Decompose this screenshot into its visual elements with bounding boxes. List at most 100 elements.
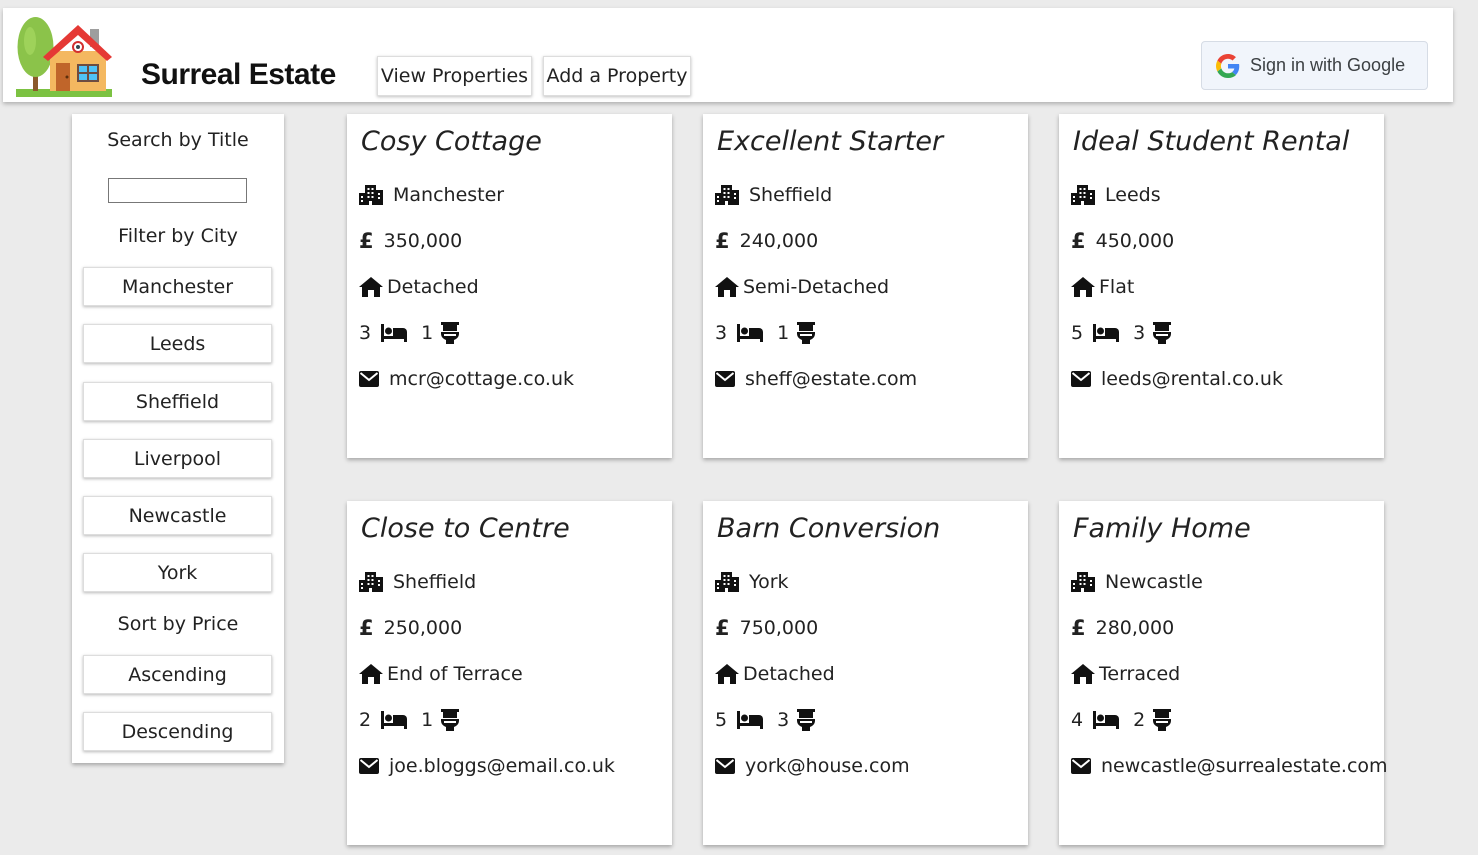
- home-icon: [1071, 277, 1095, 297]
- property-card: Family Home Newcastle £ 280,000 Terraced…: [1059, 501, 1388, 845]
- sort-ascending-button[interactable]: Ascending: [83, 655, 272, 694]
- property-bathrooms: 2: [1133, 709, 1146, 731]
- city-buildings-icon: [1071, 185, 1095, 205]
- property-email-row: york@house.com: [715, 753, 910, 779]
- property-email-row: joe.bloggs@email.co.uk: [359, 753, 615, 779]
- city-buildings-icon: [359, 572, 383, 592]
- property-city: Sheffield: [749, 184, 833, 206]
- home-icon: [359, 277, 383, 297]
- property-type: Flat: [1099, 276, 1135, 298]
- property-type-row: End of Terrace: [359, 661, 523, 687]
- property-type-row: Flat: [1071, 274, 1134, 300]
- property-city-row: Sheffield: [359, 569, 476, 595]
- envelope-icon: [715, 758, 735, 774]
- property-email-row: mcr@cottage.co.uk: [359, 366, 574, 392]
- city-button-manchester[interactable]: Manchester: [83, 267, 272, 306]
- bed-icon: [737, 711, 764, 729]
- property-title: Ideal Student Rental: [1073, 126, 1350, 157]
- toilet-icon: [797, 709, 816, 731]
- city-buildings-icon: [715, 572, 739, 592]
- bed-icon: [1093, 324, 1120, 342]
- sidebar: Search by Title Filter by City Mancheste…: [72, 114, 284, 763]
- toilet-icon: [441, 322, 460, 344]
- property-price-row: £ 280,000: [1071, 615, 1174, 641]
- property-bedrooms: 4: [1071, 709, 1084, 731]
- property-rooms-row: 3 1: [359, 320, 460, 346]
- pound-sign-icon: £: [715, 229, 730, 253]
- property-city-row: Leeds: [1071, 182, 1161, 208]
- property-email[interactable]: sheff@estate.com: [745, 368, 917, 390]
- property-price: 240,000: [739, 230, 819, 252]
- property-city-row: Newcastle: [1071, 569, 1203, 595]
- home-icon: [715, 277, 739, 297]
- property-price-row: £ 240,000: [715, 228, 818, 254]
- envelope-icon: [715, 371, 735, 387]
- property-type: Detached: [387, 276, 479, 298]
- property-city: Leeds: [1105, 184, 1161, 206]
- google-signin-button[interactable]: Sign in with Google: [1201, 41, 1428, 90]
- bed-icon: [1093, 711, 1120, 729]
- property-rooms-row: 4 2: [1071, 707, 1172, 733]
- property-card: Ideal Student Rental Leeds £ 450,000 Fla…: [1059, 114, 1384, 458]
- property-email[interactable]: leeds@rental.co.uk: [1101, 368, 1283, 390]
- navbar: Surreal Estate View Properties Add a Pro…: [3, 8, 1453, 102]
- property-bedrooms: 2: [359, 709, 372, 731]
- envelope-icon: [359, 371, 379, 387]
- property-price-row: £ 450,000: [1071, 228, 1174, 254]
- envelope-icon: [1071, 758, 1091, 774]
- property-bedrooms: 3: [359, 322, 372, 344]
- filter-label: Filter by City: [118, 225, 238, 247]
- property-title: Excellent Starter: [717, 126, 944, 157]
- envelope-icon: [1071, 371, 1091, 387]
- envelope-icon: [359, 758, 379, 774]
- property-rooms-row: 2 1: [359, 707, 460, 733]
- property-email[interactable]: mcr@cottage.co.uk: [389, 368, 574, 390]
- home-icon: [359, 664, 383, 684]
- bed-icon: [381, 324, 408, 342]
- property-bathrooms: 1: [421, 709, 434, 731]
- property-card: Excellent Starter Sheffield £ 240,000 Se…: [703, 114, 1028, 458]
- property-rooms-row: 5 3: [715, 707, 816, 733]
- city-button-newcastle[interactable]: Newcastle: [83, 496, 272, 535]
- property-title: Barn Conversion: [717, 513, 941, 544]
- property-price-row: £ 350,000: [359, 228, 462, 254]
- sort-descending-button[interactable]: Descending: [83, 712, 272, 751]
- property-email-row: leeds@rental.co.uk: [1071, 366, 1283, 392]
- property-price: 750,000: [739, 617, 819, 639]
- add-property-link[interactable]: Add a Property: [543, 56, 691, 96]
- property-type-row: Terraced: [1071, 661, 1180, 687]
- pound-sign-icon: £: [1071, 229, 1086, 253]
- bed-icon: [381, 711, 408, 729]
- property-email[interactable]: york@house.com: [745, 755, 910, 777]
- city-button-york[interactable]: York: [83, 553, 272, 592]
- toilet-icon: [1153, 322, 1172, 344]
- property-price-row: £ 250,000: [359, 615, 462, 641]
- property-title: Cosy Cottage: [361, 126, 542, 157]
- property-bedrooms: 5: [715, 709, 728, 731]
- city-button-sheffield[interactable]: Sheffield: [83, 382, 272, 421]
- city-button-liverpool[interactable]: Liverpool: [83, 439, 272, 478]
- property-city: Manchester: [393, 184, 505, 206]
- property-email[interactable]: joe.bloggs@email.co.uk: [389, 755, 615, 777]
- property-price: 250,000: [383, 617, 463, 639]
- property-email[interactable]: newcastle@surrealestate.com: [1101, 755, 1388, 777]
- property-type-row: Detached: [715, 661, 835, 687]
- pound-sign-icon: £: [359, 229, 374, 253]
- city-button-leeds[interactable]: Leeds: [83, 324, 272, 363]
- property-title: Family Home: [1073, 513, 1251, 544]
- property-type-row: Detached: [359, 274, 479, 300]
- property-bathrooms: 3: [1133, 322, 1146, 344]
- city-buildings-icon: [359, 185, 383, 205]
- city-buildings-icon: [715, 185, 739, 205]
- property-card: Barn Conversion York £ 750,000 Detached …: [703, 501, 1028, 845]
- view-properties-link[interactable]: View Properties: [377, 56, 532, 96]
- property-city-row: Manchester: [359, 182, 504, 208]
- brand-title[interactable]: Surreal Estate: [141, 58, 336, 92]
- bed-icon: [737, 324, 764, 342]
- property-bathrooms: 1: [421, 322, 434, 344]
- search-input[interactable]: [108, 178, 247, 203]
- property-bedrooms: 3: [715, 322, 728, 344]
- home-icon: [1071, 664, 1095, 684]
- pound-sign-icon: £: [359, 616, 374, 640]
- house-logo-icon: [16, 17, 112, 97]
